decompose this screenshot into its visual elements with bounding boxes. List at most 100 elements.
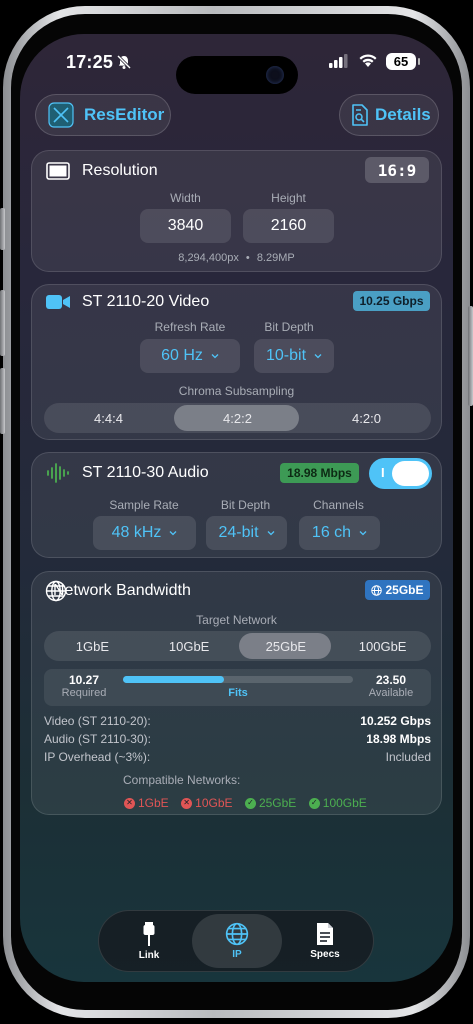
pixel-separator: •: [245, 252, 250, 264]
tab-ip[interactable]: IP: [192, 914, 282, 968]
network-option-100gbe[interactable]: 100GbE: [334, 639, 431, 654]
network-option-10gbe[interactable]: 10GbE: [141, 639, 238, 654]
app-menu-button[interactable]: ResEditor: [35, 94, 171, 136]
available-label: Available: [368, 687, 414, 699]
battery-indicator: 65: [386, 53, 420, 70]
chroma-option-420[interactable]: 4:2:0: [302, 411, 431, 426]
network-title: Network Bandwidth: [53, 582, 191, 599]
toggle-on-glyph: I: [381, 465, 385, 480]
screen: 17:25 65 ResEditor Details Resolution 16…: [20, 34, 453, 982]
tab-specs[interactable]: Specs: [280, 914, 370, 968]
width-input[interactable]: 3840: [140, 209, 231, 243]
wifi-icon: [359, 54, 377, 67]
tab-label: IP: [232, 949, 242, 960]
video-title: ST 2110-20 Video: [82, 293, 210, 310]
x-circle-icon: ✕: [124, 797, 135, 809]
video-card: ST 2110-20 Video 10.25 Gbps Refresh Rate…: [31, 284, 442, 440]
chroma-option-444[interactable]: 4:4:4: [44, 411, 173, 426]
tab-link[interactable]: Link: [104, 914, 194, 968]
usage-track: [123, 676, 353, 683]
video-camera-icon: [46, 295, 70, 309]
compat-item-10gbe: ✕ 10GbE: [181, 796, 233, 810]
document-search-icon: [352, 104, 368, 126]
height-input[interactable]: 2160: [243, 209, 334, 243]
refresh-rate-dropdown[interactable]: 60 Hz: [140, 339, 240, 373]
audio-card: ST 2110-30 Audio 18.98 Mbps I Sample Rat…: [31, 452, 442, 558]
video-bit-depth-value: 10-bit: [265, 347, 307, 364]
action-button: [0, 208, 5, 250]
compat-item-1gbe: ✕ 1GbE: [124, 796, 169, 810]
breakdown-row-overhead: IP Overhead (~3%): Included: [44, 750, 431, 764]
app-logo-icon: [48, 102, 74, 128]
megapixels: 8.29MP: [256, 252, 295, 264]
globe-icon: [225, 922, 249, 946]
sample-rate-label: Sample Rate: [109, 498, 179, 512]
app-name: ResEditor: [84, 105, 165, 124]
height-label: Height: [271, 191, 306, 205]
network-card: Network Bandwidth 25GbE Target Network 1…: [31, 571, 442, 815]
usage-fill: [123, 676, 224, 683]
toggle-knob: [392, 461, 429, 486]
chroma-label: Chroma Subsampling: [178, 384, 295, 398]
bell-slash-icon: [116, 54, 132, 70]
details-button[interactable]: Details: [339, 94, 439, 136]
tab-label: Link: [138, 950, 160, 961]
aspect-ratio-button[interactable]: 16:9: [365, 157, 429, 183]
audio-bitrate-badge: 18.98 Mbps: [280, 463, 359, 483]
compatible-list: ✕ 1GbE ✕ 10GbE ✓ 25GbE ✓ 100GbE: [124, 792, 444, 810]
cellular-signal-icon: [329, 54, 348, 68]
channels-label: Channels: [313, 498, 364, 512]
breakdown-label: Audio (ST 2110-30):: [44, 732, 151, 746]
breakdown-label: IP Overhead (~3%):: [44, 750, 151, 764]
required-label: Required: [61, 687, 107, 699]
video-bit-depth-dropdown[interactable]: 10-bit: [254, 339, 334, 373]
network-option-25gbe[interactable]: 25GbE: [238, 639, 335, 654]
audio-bit-depth-dropdown[interactable]: 24-bit: [206, 516, 287, 550]
sample-rate-value: 48 kHz: [111, 524, 162, 541]
breakdown-value: 18.98 Mbps: [366, 732, 431, 746]
breakdown-value: Included: [385, 750, 431, 764]
check-circle-icon: ✓: [244, 797, 256, 809]
details-label: Details: [375, 105, 431, 124]
power-button: [468, 306, 473, 406]
network-option-1gbe[interactable]: 1GbE: [44, 639, 141, 654]
breakdown-row-video: Video (ST 2110-20): 10.252 Gbps: [44, 714, 431, 728]
breakdown-label: Video (ST 2110-20):: [44, 714, 151, 728]
display-icon: [46, 162, 70, 180]
globe-small-icon: [371, 584, 383, 596]
compat-name: 1GbE: [138, 796, 169, 810]
compatible-label: Compatible Networks:: [123, 773, 241, 787]
chevron-down-icon: [169, 531, 177, 536]
chevron-down-icon: [211, 354, 219, 359]
breakdown-value: 10.252 Gbps: [360, 714, 431, 728]
audio-bit-depth-value: 24-bit: [218, 524, 259, 541]
camera-icon: [266, 66, 284, 84]
volume-down-button: [0, 368, 5, 434]
compat-item-25gbe: ✓ 25GbE: [244, 796, 297, 810]
sample-rate-dropdown[interactable]: 48 kHz: [93, 516, 196, 550]
bandwidth-meter: 10.27 Required Fits 23.50 Available: [44, 669, 431, 706]
audio-title: ST 2110-30 Audio: [82, 464, 209, 481]
compat-name: 25GbE: [258, 796, 297, 810]
network-badge: 25GbE: [365, 580, 430, 600]
width-label: Width: [170, 191, 201, 205]
resolution-title: Resolution: [82, 162, 158, 179]
document-icon: [317, 923, 333, 945]
status-time: 17:25: [66, 52, 114, 72]
x-circle-icon: ✕: [181, 797, 193, 809]
tab-label: Specs: [310, 949, 340, 960]
audio-bit-depth-label: Bit Depth: [220, 498, 271, 512]
target-network-label: Target Network: [196, 613, 277, 627]
compat-name: 10GbE: [195, 796, 233, 810]
refresh-rate-value: 60 Hz: [161, 347, 203, 364]
available-value: 23.50: [375, 673, 407, 687]
network-segmented-control: 1GbE 10GbE 25GbE 100GbE: [44, 631, 431, 661]
compat-name: 100GbE: [322, 796, 367, 810]
chroma-option-422[interactable]: 4:2:2: [173, 411, 302, 426]
channels-dropdown[interactable]: 16 ch: [299, 516, 380, 550]
bit-depth-label: Bit Depth: [264, 320, 314, 334]
chevron-down-icon: [267, 531, 274, 536]
audio-enable-toggle[interactable]: I: [369, 458, 432, 489]
chroma-segmented-control: 4:4:4 4:2:2 4:2:0: [44, 403, 431, 433]
pixel-total: 8,294,400px: [178, 252, 239, 264]
